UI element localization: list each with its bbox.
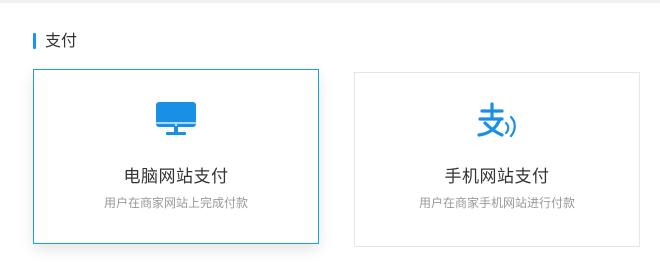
mobile-payment-card[interactable]: 手机网站支付 用户在商家手机网站进行付款 (354, 72, 640, 247)
section-header: 支付 (33, 32, 77, 50)
mobile-payment-description: 用户在商家手机网站进行付款 (418, 196, 575, 210)
desktop-payment-description: 用户在商家网站上完成付款 (103, 196, 248, 210)
desktop-monitor-icon (155, 101, 197, 141)
mobile-payment-title: 手机网站支付 (444, 167, 550, 187)
section-title: 支付 (45, 31, 78, 50)
top-divider (0, 0, 660, 3)
desktop-payment-title: 电脑网站支付 (123, 167, 229, 187)
desktop-payment-card[interactable]: 电脑网站支付 用户在商家网站上完成付款 (33, 69, 319, 244)
section-accent-bar (33, 33, 36, 49)
alipay-mobile-icon (474, 101, 520, 145)
